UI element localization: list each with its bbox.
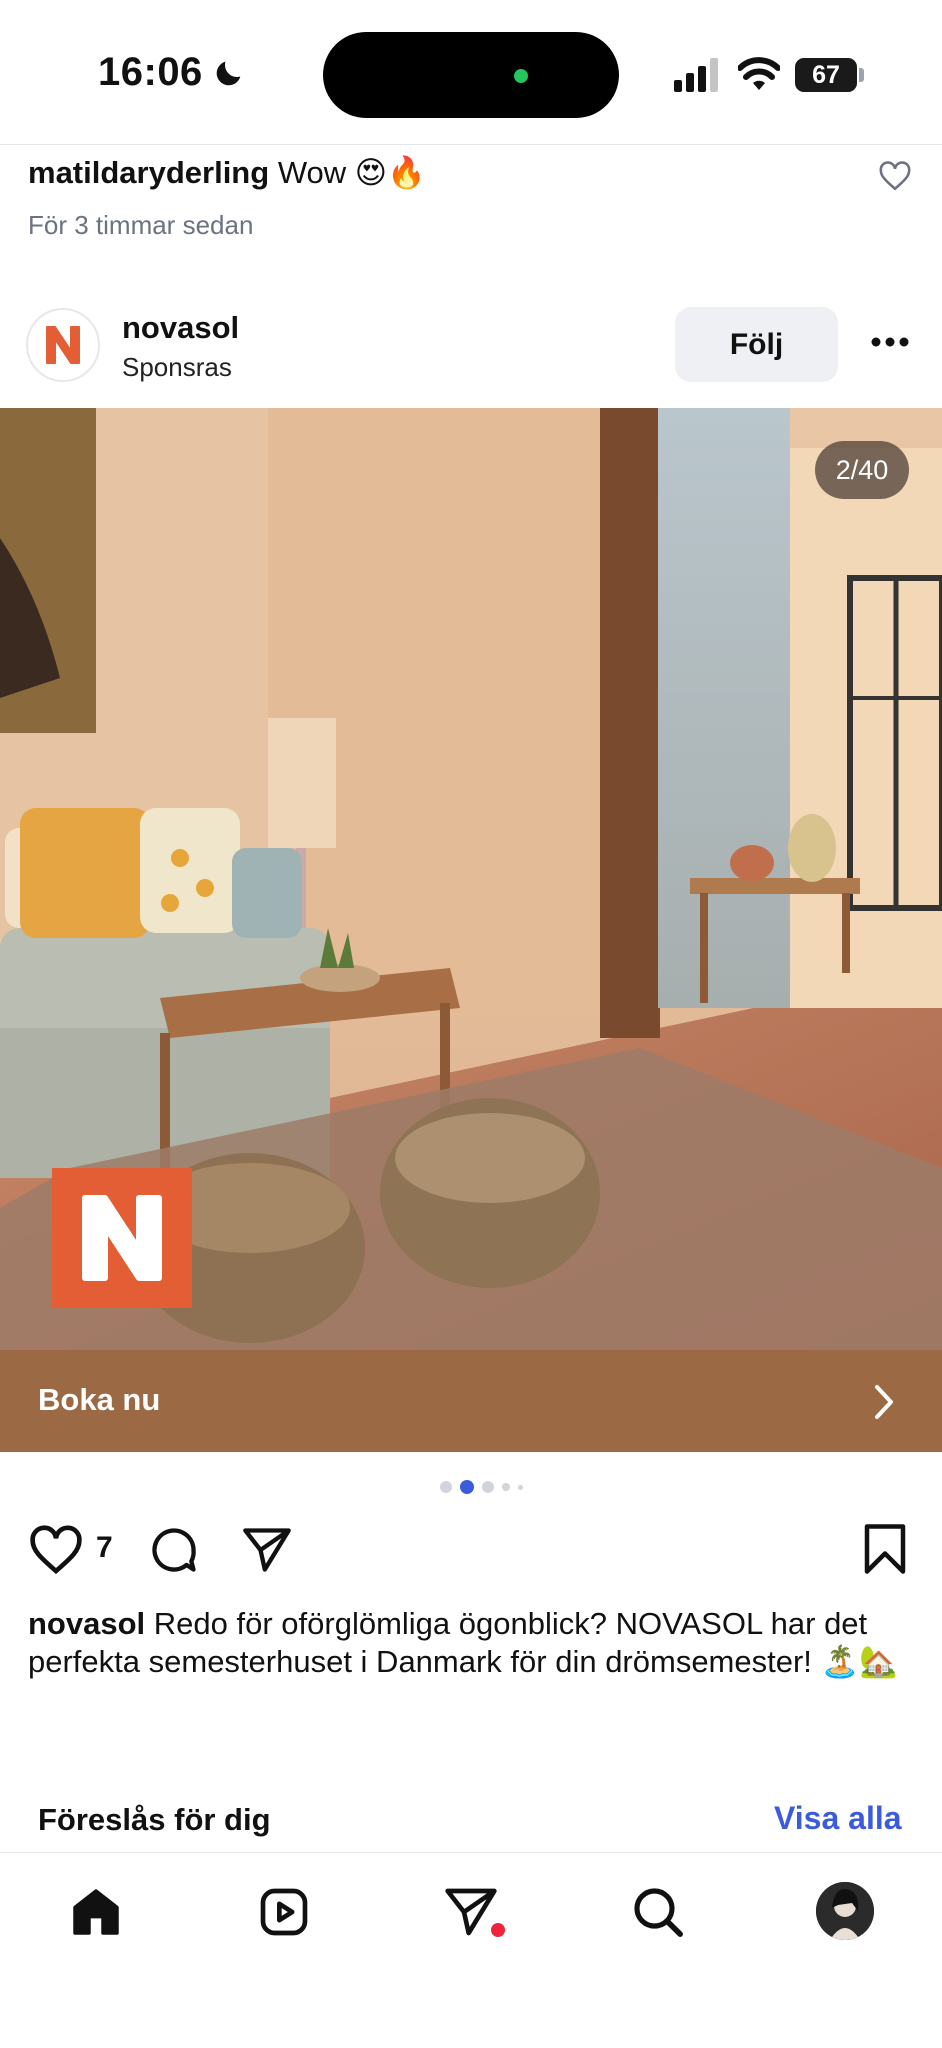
novasol-badge-icon [82, 1195, 162, 1281]
post-caption: novasol Redo för oförglömliga ögonblick?… [28, 1605, 908, 1681]
comment-text: Wow 😍🔥 [277, 155, 426, 190]
image-counter: 2/40 [815, 441, 909, 499]
nav-divider [0, 1852, 942, 1853]
reels-icon[interactable] [256, 1884, 312, 1940]
comment-username[interactable]: matildaryderling [28, 155, 269, 190]
carousel-dot [482, 1481, 494, 1493]
book-now-label[interactable]: Boka nu [38, 1382, 160, 1418]
heart-icon[interactable] [28, 1524, 84, 1576]
camera-indicator [514, 69, 528, 83]
brand-avatar[interactable] [26, 308, 100, 382]
bookmark-icon[interactable] [862, 1522, 908, 1576]
follow-button[interactable]: Följ [675, 307, 838, 382]
wifi-icon [738, 57, 780, 90]
profile-photo [816, 1882, 874, 1940]
caption-text: Redo för oförglömliga ögonblick? NOVASOL… [28, 1606, 898, 1679]
carousel-dot [518, 1484, 523, 1490]
likes-count[interactable]: 7 [96, 1531, 113, 1565]
comment: matildaryderling Wow 😍🔥 [28, 154, 426, 191]
caption-username[interactable]: novasol [28, 1606, 145, 1641]
notification-dot [491, 1923, 505, 1937]
search-icon[interactable] [630, 1884, 686, 1940]
see-all-link[interactable]: Visa alla [774, 1800, 902, 1837]
dynamic-island [323, 32, 619, 118]
divider [0, 144, 942, 145]
carousel-dot [440, 1481, 452, 1493]
carousel-dot-active [460, 1480, 474, 1494]
comment-time: För 3 timmar sedan [28, 210, 254, 240]
brand-name[interactable]: novasol [122, 310, 239, 346]
suggestions-title: Föreslås för dig [38, 1802, 271, 1837]
status-time: 16:06 [98, 50, 203, 94]
battery-nub [859, 68, 864, 82]
more-icon[interactable] [870, 336, 910, 348]
novasol-logo-icon [46, 326, 80, 364]
carousel-indicator [440, 1480, 523, 1494]
comment-icon[interactable] [148, 1524, 200, 1576]
signal-icon [674, 58, 718, 92]
chevron-right-icon[interactable] [872, 1383, 896, 1421]
sponsored-label: Sponsras [122, 352, 232, 382]
carousel-dot [502, 1483, 510, 1491]
moon-icon [216, 61, 241, 86]
home-icon[interactable] [68, 1884, 124, 1940]
novasol-badge [52, 1168, 192, 1308]
heart-icon[interactable] [878, 160, 912, 192]
share-icon[interactable] [240, 1524, 294, 1576]
profile-avatar[interactable] [816, 1882, 874, 1940]
battery-level: 67 [812, 60, 840, 89]
